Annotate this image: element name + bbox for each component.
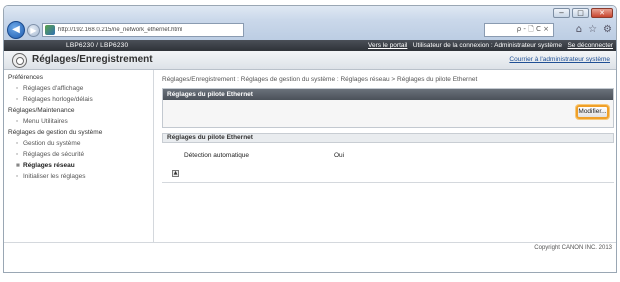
sidebar-item-clock-settings[interactable]: ▫ Réglages horloge/délais: [16, 96, 93, 103]
user-info: Vers le portail Utilisateur de la connex…: [368, 40, 613, 51]
page-title: Réglages/Enregistrement: [32, 54, 153, 65]
auto-detection-value: Oui: [334, 152, 345, 159]
url-text: http://192.168.0.215/ne_network_ethernet…: [58, 27, 183, 33]
bullet-icon: ▫: [16, 151, 19, 158]
sidebar-heading-system-management: Réglages de gestion du système: [8, 129, 103, 136]
bullet-icon: ▫: [16, 96, 19, 103]
address-bar[interactable]: http://192.168.0.215/ne_network_ethernet…: [42, 23, 244, 37]
tools-gear-icon[interactable]: ⚙: [603, 24, 612, 35]
modify-button[interactable]: Modifier...: [576, 105, 609, 119]
portal-link[interactable]: Vers le portail: [368, 42, 407, 49]
address-bar-tools[interactable]: ρ - 🗋 C ×: [484, 23, 554, 37]
sidebar-item-label: Réglages horloge/délais: [23, 96, 93, 103]
minimize-button[interactable]: −: [553, 8, 570, 18]
divider: [162, 182, 614, 183]
sidebar-item-initialize-settings[interactable]: ▫ Initialiser les réglages: [16, 173, 86, 180]
site-favicon-icon: [45, 25, 55, 35]
sidebar-item-label: Réglages réseau: [23, 162, 75, 169]
sidebar-item-label: Gestion du système: [23, 140, 81, 147]
sidebar-item-security-settings[interactable]: ▫ Réglages de sécurité: [16, 151, 84, 158]
sidebar-item-label: Réglages d'affichage: [23, 85, 84, 92]
sidebar-item-label: Menu Utilitaires: [23, 118, 68, 125]
toolbar-icons: ⌂ ☆ ⚙: [576, 24, 612, 35]
address-row: ◀ ▶ http://192.168.0.215/ne_network_ethe…: [4, 20, 616, 40]
back-button[interactable]: ◀: [7, 21, 25, 39]
close-window-button[interactable]: ✕: [591, 8, 613, 18]
sidebar-item-network-settings[interactable]: ■ Réglages réseau: [16, 162, 75, 169]
main-content: Réglages/Enregistrement : Réglages de ge…: [162, 70, 614, 242]
bullet-icon: ▫: [16, 140, 19, 147]
home-icon[interactable]: ⌂: [576, 24, 582, 35]
arrow-up-icon[interactable]: ▲: [172, 170, 179, 177]
login-user-text: Utilisateur de la connexion : Administra…: [412, 42, 563, 49]
footer: Copyright CANON INC. 2013: [4, 242, 616, 254]
top-status-bar: LBP6230 / LBP6230 Vers le portail Utilis…: [4, 40, 616, 51]
sidebar-item-system-management[interactable]: ▫ Gestion du système: [16, 140, 80, 147]
search-refresh-stop-icons[interactable]: ρ - 🗋 C ×: [517, 25, 549, 36]
bullet-icon: ▫: [16, 173, 19, 180]
bullet-icon: ▫: [16, 85, 19, 92]
settings-gear-icon: [12, 53, 27, 68]
bullet-icon: ▫: [16, 118, 19, 125]
auto-detection-label: Détection automatique: [184, 152, 250, 159]
sidebar: Préférences ▫ Réglages d'affichage ▫ Régla…: [4, 70, 154, 242]
sidebar-item-label: Réglages de sécurité: [23, 151, 85, 158]
favorites-star-icon[interactable]: ☆: [588, 24, 597, 35]
printer-model: LBP6230 / LBP6230: [66, 42, 129, 49]
maximize-button[interactable]: □: [572, 8, 589, 18]
sidebar-item-display-settings[interactable]: ▫ Réglages d'affichage: [16, 85, 83, 92]
title-bar: − □ ✕: [4, 6, 616, 20]
sidebar-item-utilities-menu[interactable]: ▫ Menu Utilitaires: [16, 118, 68, 125]
copyright-text: Copyright CANON INC. 2013: [534, 245, 612, 251]
breadcrumb: Réglages/Enregistrement : Réglages de ge…: [162, 76, 478, 83]
window-controls: − □ ✕: [553, 8, 613, 18]
forward-button[interactable]: ▶: [27, 24, 40, 37]
bullet-active-icon: ■: [16, 162, 20, 169]
mail-admin-link[interactable]: Courrier à l'administrateur système: [509, 56, 610, 63]
section-header: Réglages du pilote Ethernet: [162, 133, 614, 143]
sidebar-heading-preferences: Préférences: [8, 74, 44, 81]
ethernet-panel: Réglages du pilote Ethernet Modifier...: [162, 88, 614, 128]
panel-title: Réglages du pilote Ethernet: [163, 89, 613, 100]
page-header: Réglages/Enregistrement Courrier à l'adm…: [4, 51, 616, 70]
sidebar-item-label: Initialiser les réglages: [23, 173, 86, 180]
sidebar-heading-maintenance: Réglages/Maintenance: [8, 107, 75, 114]
browser-window: − □ ✕ ◀ ▶ http://192.168.0.215/ne_networ…: [3, 5, 617, 273]
logout-link[interactable]: Se déconnecter: [567, 42, 613, 49]
